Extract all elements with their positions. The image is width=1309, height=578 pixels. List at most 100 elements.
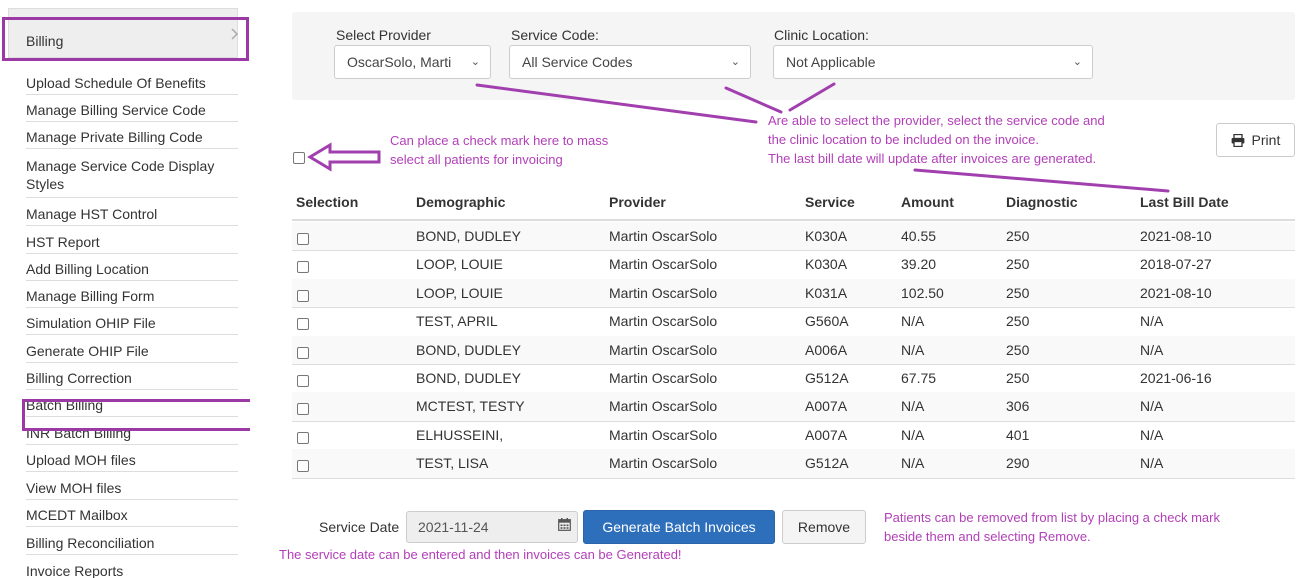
service-date-label: Service Date — [319, 519, 400, 535]
cell-diagnostic: 250 — [1006, 341, 1030, 358]
cell-last-bill-date: N/A — [1140, 313, 1164, 330]
remove-annotation-line: Patients can be removed from list by pla… — [884, 510, 1220, 525]
sidebar-item[interactable]: Upload MOH files — [26, 446, 238, 472]
cell-last-bill-date: N/A — [1140, 426, 1164, 443]
filters-annotation-line: the clinic location to be included on th… — [768, 132, 1040, 147]
row-divider — [292, 250, 1295, 252]
select-all-checkbox[interactable] — [293, 152, 305, 164]
service-date-annotation: The service date can be entered and then… — [279, 547, 682, 562]
row-divider — [292, 477, 1295, 479]
cell-provider: Martin OscarSolo — [609, 341, 718, 358]
cell-provider: Martin OscarSolo — [609, 256, 718, 273]
sidebar-item[interactable]: Upload Schedule Of Benefits — [26, 69, 238, 95]
cell-service: K031A — [805, 284, 848, 301]
arrow-left-icon — [307, 142, 381, 172]
cell-service: K030A — [805, 256, 848, 273]
row-checkbox[interactable] — [297, 403, 309, 416]
select-all-annotation-line: Can place a check mark here to mass — [390, 133, 609, 148]
row-divider — [292, 420, 1295, 422]
cell-diagnostic: 250 — [1006, 313, 1030, 330]
cell-diagnostic: 250 — [1006, 284, 1030, 301]
table-header-divider — [292, 219, 1295, 221]
sidebar-item[interactable]: HST Report — [26, 228, 238, 254]
chevron-down-icon: ⌄ — [730, 56, 740, 68]
cell-provider: Martin OscarSolo — [609, 455, 718, 472]
cell-service: G512A — [805, 370, 849, 386]
row-checkbox[interactable] — [297, 460, 309, 473]
cell-service: A006A — [805, 341, 848, 358]
cell-demographic: TEST, APRIL — [416, 313, 498, 330]
cell-last-bill-date: 2021-08-10 — [1140, 284, 1212, 301]
cell-service: K030A — [805, 228, 848, 244]
remove-annotation: Patients can be removed from list by pla… — [884, 508, 1220, 546]
service-date-input[interactable]: 2021-11-24 — [406, 511, 578, 543]
col-header-amount: Amount — [901, 194, 954, 210]
col-header-demographic: Demographic — [416, 194, 506, 210]
filters-annotation-line: Are able to select the provider, select … — [768, 113, 1105, 128]
cell-service: A007A — [805, 426, 848, 443]
billing-sidebar: Upload Schedule Of Benefits Manage Billin… — [8, 8, 250, 578]
cell-last-bill-date: 2021-08-10 — [1140, 228, 1212, 244]
last-bill-date-pointer-line — [913, 168, 1170, 193]
sidebar-item[interactable]: Manage HST Control — [26, 200, 238, 226]
filters-annotation-line: The last bill date will update after inv… — [768, 151, 1097, 166]
cell-service: G560A — [805, 313, 849, 330]
col-header-diagnostic: Diagnostic — [1006, 194, 1078, 210]
cell-diagnostic: 250 — [1006, 228, 1030, 244]
sidebar-item[interactable]: Manage Private Billing Code — [26, 123, 238, 149]
provider-select[interactable]: OscarSolo, Marti ⌄ — [334, 45, 491, 79]
sidebar-item[interactable]: Generate OHIP File — [26, 337, 238, 363]
sidebar-item[interactable]: Billing Correction — [26, 364, 238, 390]
batch-billing-highlight — [22, 399, 250, 431]
cell-last-bill-date: N/A — [1140, 455, 1164, 472]
clinic-location-label: Clinic Location: — [774, 27, 869, 43]
print-button[interactable]: Print — [1216, 123, 1295, 157]
service-code-select[interactable]: All Service Codes ⌄ — [509, 45, 751, 79]
col-header-provider: Provider — [609, 194, 666, 210]
cell-provider: Martin OscarSolo — [609, 370, 718, 386]
cell-last-bill-date: 2021-06-16 — [1140, 370, 1212, 386]
cell-diagnostic: 306 — [1006, 398, 1030, 415]
remove-annotation-line: beside them and selecting Remove. — [884, 529, 1091, 544]
cell-amount: 102.50 — [901, 284, 944, 301]
select-all-annotation-line: select all patients for invoicing — [390, 152, 563, 167]
row-checkbox[interactable] — [297, 233, 309, 245]
sidebar-item[interactable]: View MOH files — [26, 474, 238, 500]
sidebar-item[interactable]: Billing Reconciliation — [26, 529, 238, 555]
cell-demographic: TEST, LISA — [416, 455, 489, 472]
row-checkbox[interactable] — [297, 375, 309, 387]
cell-amount: N/A — [901, 426, 925, 443]
sidebar-item[interactable]: Manage Service Code Display Styles — [26, 152, 238, 198]
chevron-down-icon: ⌄ — [1072, 56, 1082, 68]
service-code-label: Service Code: — [511, 27, 599, 43]
cell-last-bill-date: 2018-07-27 — [1140, 256, 1212, 273]
sidebar-item[interactable]: Simulation OHIP File — [26, 309, 238, 335]
cell-service: G512A — [805, 455, 849, 472]
sidebar-item[interactable]: Manage Billing Form — [26, 282, 238, 308]
chevron-down-icon: ⌄ — [470, 56, 480, 68]
remove-button[interactable]: Remove — [782, 510, 866, 544]
cell-amount: N/A — [901, 455, 925, 472]
clinic-location-select[interactable]: Not Applicable ⌄ — [773, 45, 1093, 79]
provider-label: Select Provider — [336, 27, 431, 43]
row-checkbox[interactable] — [297, 261, 309, 274]
calendar-icon[interactable] — [558, 518, 571, 531]
row-checkbox[interactable] — [297, 318, 309, 331]
sidebar-item[interactable]: MCEDT Mailbox — [26, 501, 238, 527]
cell-amount: N/A — [901, 313, 925, 330]
cell-diagnostic: 250 — [1006, 256, 1030, 273]
cell-amount: 39.20 — [901, 256, 937, 273]
sidebar-item[interactable]: Manage Billing Service Code — [26, 96, 238, 122]
cell-last-bill-date: N/A — [1140, 341, 1164, 358]
sidebar-item[interactable]: Invoice Reports — [26, 557, 238, 578]
generate-batch-invoices-button[interactable]: Generate Batch Invoices — [583, 510, 775, 544]
cell-amount: N/A — [901, 398, 925, 415]
cell-demographic: LOOP, LOUIE — [416, 256, 503, 273]
cell-diagnostic: 290 — [1006, 455, 1030, 472]
cell-demographic: BOND, DUDLEY — [416, 370, 522, 386]
row-checkbox[interactable] — [297, 289, 309, 302]
row-checkbox[interactable] — [297, 346, 309, 359]
row-checkbox[interactable] — [297, 431, 309, 444]
sidebar-item[interactable]: Add Billing Location — [26, 255, 238, 281]
cell-demographic: BOND, DUDLEY — [416, 228, 522, 244]
